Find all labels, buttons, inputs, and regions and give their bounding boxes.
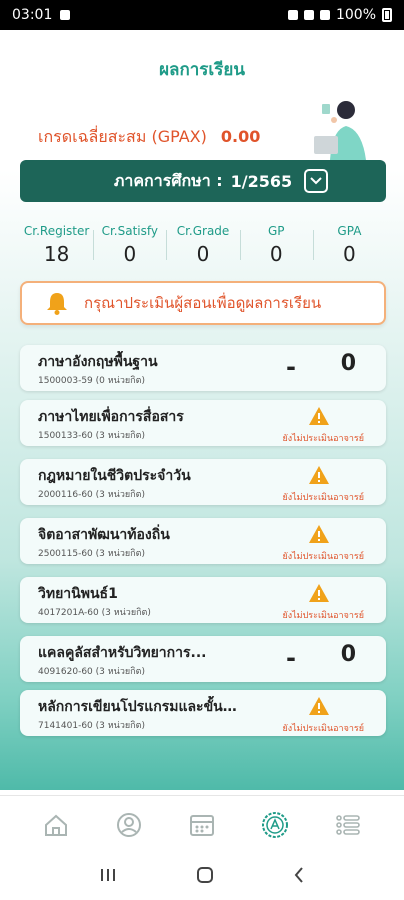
student-illustration bbox=[314, 101, 366, 160]
gpax-value: 0.00 bbox=[220, 127, 261, 146]
stat-label: GP bbox=[267, 224, 285, 238]
alert-text: กรุณาประเมินผู้สอนเพื่อดูผลการเรียน bbox=[84, 294, 322, 312]
notification-icon bbox=[60, 10, 71, 20]
profile-icon[interactable] bbox=[109, 805, 149, 845]
course-name: วิทยานิพนธ์1 bbox=[38, 586, 118, 602]
bottom-nav bbox=[0, 795, 404, 853]
home-icon[interactable] bbox=[36, 805, 76, 845]
grade-icon[interactable] bbox=[255, 805, 295, 845]
calendar-icon[interactable] bbox=[182, 805, 222, 845]
wifi-icon bbox=[303, 10, 314, 20]
warning-icon bbox=[309, 407, 329, 425]
recent-apps-icon[interactable] bbox=[98, 866, 118, 888]
credit-stats: Cr.Register 18 Cr.Satisfy 0 Cr.Grade 0 G… bbox=[20, 224, 386, 266]
stat-value: 0 bbox=[343, 242, 356, 266]
stat-value: 18 bbox=[43, 242, 70, 266]
status-bar: 03:01 100% bbox=[0, 0, 404, 30]
not-evaluated-text: ยังไม่ประเมินอาจารย์ bbox=[282, 724, 364, 734]
stat-cr-register: Cr.Register 18 bbox=[20, 224, 93, 266]
grade-dash: - bbox=[286, 644, 296, 672]
course-name: ภาษาไทยเพื่อการสื่อสาร bbox=[38, 409, 184, 425]
course-name: จิตอาสาพัฒนาท้องถิ่น bbox=[38, 527, 170, 543]
stat-gp: GP 0 bbox=[239, 224, 313, 266]
course-grade: 0 bbox=[340, 642, 356, 667]
course-code: 4091620-60 (3 หน่วยกิต) bbox=[38, 667, 145, 677]
stat-gpa: GPA 0 bbox=[312, 224, 386, 266]
stat-value: 0 bbox=[269, 242, 283, 266]
stat-label: Cr.Grade bbox=[176, 224, 230, 238]
stat-cr-grade: Cr.Grade 0 bbox=[166, 224, 239, 266]
course-name: กฎหมายในชีวิตประจำวัน bbox=[38, 468, 191, 484]
system-nav-bar bbox=[0, 853, 404, 900]
course-card[interactable]: จิตอาสาพัฒนาท้องถิ่น 2500115-60 (3 หน่วย… bbox=[20, 518, 386, 564]
battery-text: 100% bbox=[335, 7, 376, 23]
course-code: 4017201A-60 (3 หน่วยกิต) bbox=[38, 608, 151, 618]
warning-icon bbox=[309, 466, 329, 484]
status-time: 03:01 bbox=[12, 7, 53, 23]
menu-list-icon[interactable] bbox=[328, 805, 368, 845]
not-evaluated-text: ยังไม่ประเมินอาจารย์ bbox=[282, 434, 364, 444]
chevron-down-icon[interactable] bbox=[304, 169, 328, 193]
course-code: 2000116-60 (3 หน่วยกิต) bbox=[38, 490, 145, 500]
course-card[interactable]: ภาษาอังกฤษพื้นฐาน 1500003-59 (0 หน่วยกิต… bbox=[20, 345, 386, 391]
battery-icon bbox=[382, 8, 392, 22]
mute-icon bbox=[287, 10, 298, 20]
bell-icon bbox=[47, 293, 67, 315]
not-evaluated-text: ยังไม่ประเมินอาจารย์ bbox=[282, 552, 364, 562]
course-code: 2500115-60 (3 หน่วยกิต) bbox=[38, 549, 145, 559]
stat-value: 0 bbox=[196, 242, 210, 266]
not-evaluated-text: ยังไม่ประเมินอาจารย์ bbox=[282, 493, 364, 503]
evaluate-teacher-alert[interactable]: กรุณาประเมินผู้สอนเพื่อดูผลการเรียน bbox=[20, 281, 386, 325]
course-code: 1500133-60 (3 หน่วยกิต) bbox=[38, 431, 145, 441]
course-name: แคลคูลัสสำหรับวิทยาการ... bbox=[38, 645, 207, 661]
course-card[interactable]: แคลคูลัสสำหรับวิทยาการ... 4091620-60 (3 … bbox=[20, 636, 386, 682]
home-button-icon[interactable] bbox=[195, 865, 215, 889]
grade-dash: - bbox=[286, 353, 296, 381]
course-card[interactable]: กฎหมายในชีวิตประจำวัน 2000116-60 (3 หน่ว… bbox=[20, 459, 386, 505]
course-card[interactable]: วิทยานิพนธ์1 4017201A-60 (3 หน่วยกิต) ยั… bbox=[20, 577, 386, 623]
course-card[interactable]: หลักการเขียนโปรแกรมและขั้นตอนวิธี 714140… bbox=[20, 690, 386, 736]
signal-icon bbox=[319, 10, 330, 20]
warning-icon bbox=[309, 584, 329, 602]
warning-icon bbox=[309, 525, 329, 543]
not-evaluated-text: ยังไม่ประเมินอาจารย์ bbox=[282, 611, 364, 621]
stat-value: 0 bbox=[123, 242, 137, 266]
stat-label: Cr.Register bbox=[23, 224, 90, 238]
course-code: 7141401-60 (3 หน่วยกิต) bbox=[38, 721, 145, 731]
course-code: 1500003-59 (0 หน่วยกิต) bbox=[38, 376, 145, 386]
stat-cr-satisfy: Cr.Satisfy 0 bbox=[93, 224, 166, 266]
course-card[interactable]: ภาษาไทยเพื่อการสื่อสาร 1500133-60 (3 หน่… bbox=[20, 400, 386, 446]
page-title: ผลการเรียน bbox=[159, 60, 245, 80]
gpax-label: เกรดเฉลี่ยสะสม (GPAX) bbox=[38, 127, 207, 146]
warning-icon bbox=[309, 697, 329, 715]
course-grade: 0 bbox=[340, 351, 356, 376]
term-selector[interactable]: ภาคการศึกษา : 1/2565 bbox=[20, 160, 386, 202]
back-icon[interactable] bbox=[292, 865, 306, 889]
term-label: ภาคการศึกษา : bbox=[113, 170, 223, 190]
stat-label: GPA bbox=[337, 224, 362, 238]
gpax-row: เกรดเฉลี่ยสะสม (GPAX) 0.00 bbox=[38, 125, 260, 150]
course-name: ภาษาอังกฤษพื้นฐาน bbox=[38, 354, 158, 370]
term-value: 1/2565 bbox=[230, 171, 293, 191]
course-name: หลักการเขียนโปรแกรมและขั้นตอนวิธี bbox=[38, 699, 238, 715]
stat-label: Cr.Satisfy bbox=[101, 224, 158, 238]
